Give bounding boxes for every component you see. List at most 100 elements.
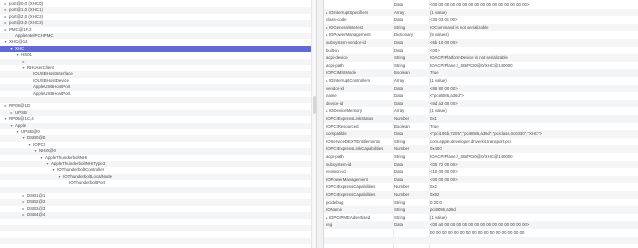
property-row[interactable]: Data <00 00 00 00 00 00 00 00 00 00 00 00…	[324, 1, 638, 9]
property-row[interactable]	[324, 236, 638, 245]
disclosure-collapsed-icon[interactable]: ▸	[326, 216, 328, 220]
device-tree-pane[interactable]: ▸ port@0,0 (XHC0) ▸ port@1,0 (XHC1) ▸ port@2,…	[0, 0, 316, 248]
property-row[interactable]: acpi-path String IOACPIPlane:/_SB/PCI0@0/X…	[324, 153, 638, 161]
property-row[interactable]: reg Data <00 a0 00 00 00 00 00 00 00 00 00…	[324, 221, 638, 229]
disclosure-collapsed-icon[interactable]: ▸	[326, 109, 328, 113]
property-row[interactable]: ▸IOInterruptControllers Array (1 value)	[324, 77, 638, 85]
property-row[interactable]: IOServiceDEXTEntitlements String com.apple…	[324, 138, 638, 146]
property-key-text: IOPCIMSIMode	[326, 70, 357, 76]
property-row[interactable]: acpi-path String IOACPIPlane:/_SB/PCI0@0/X…	[324, 62, 638, 70]
property-type: Number	[394, 116, 410, 121]
property-key-text: pcidebug	[326, 199, 344, 205]
disclosure-collapsed-icon[interactable]: ▸	[326, 79, 328, 83]
property-key: IOPCIExpressLinkCapabilities	[326, 145, 393, 153]
property-row[interactable]: built-in Data <00>	[324, 47, 638, 55]
properties-pane[interactable]: Data <00 00 00 00 00 00 00 00 00 00 00 00…	[324, 0, 638, 248]
property-key	[326, 1, 393, 9]
property-key: vendor-id	[326, 85, 393, 93]
property-row[interactable]: ▸IOGeneralInterest String IOCommand is not…	[324, 23, 638, 32]
property-row[interactable]: IOName String pci8086,a36d	[324, 206, 638, 214]
property-type: Data	[394, 85, 404, 91]
property-type: Data	[394, 169, 404, 175]
property-type: String	[394, 199, 406, 205]
property-value: <6d a3 00 00>	[430, 100, 458, 106]
property-key-text: IOPowerManagement	[328, 32, 371, 38]
property-row[interactable]: ▸IOInterruptSpecifiers Array (1 value)	[324, 8, 638, 17]
property-row[interactable]: pcidebug String 0:20:0	[324, 199, 638, 207]
property-key: ▸IOInterruptControllers	[326, 77, 393, 85]
property-row[interactable]: subsystem-vendor-id Data <6b 10 00 00>	[324, 39, 638, 47]
property-key: IOPCIMSIMode	[326, 69, 393, 77]
property-type	[394, 237, 428, 245]
property-type: String	[394, 207, 406, 213]
property-row[interactable]: IOPCIExpressCapabilities Number 0x92	[324, 191, 638, 199]
property-row[interactable]: class-code Data <30 03 0c 00>	[324, 16, 638, 24]
disclosure-collapsed-icon[interactable]: ▸	[326, 33, 328, 37]
disclosure-collapsed-icon[interactable]: ▸	[326, 11, 328, 15]
property-key-text: subsystem-id	[326, 161, 352, 167]
tree-row[interactable]	[0, 237, 316, 245]
property-key: IOName	[326, 206, 393, 214]
property-value: <"pci106b,7205","pci8086,a36d","pciclass…	[430, 131, 543, 137]
property-key-text: class-code	[326, 17, 347, 23]
property-key-text: built-in	[326, 47, 339, 53]
property-key-text: reg	[326, 222, 333, 228]
property-key-text: IOPCIResourced	[326, 123, 359, 129]
property-row[interactable]: name Data <"pci8086,a36d">	[324, 92, 638, 100]
property-value: com.apple.developer.driverkit.transport.…	[430, 138, 511, 144]
property-type: Number	[394, 184, 410, 190]
property-key: acpi-path	[326, 153, 393, 161]
disclosure-collapsed-icon[interactable]: ▸	[326, 26, 328, 30]
property-row[interactable]: IOPCIResourced Boolean True	[324, 123, 638, 131]
property-row[interactable]: ▸IODeviceMemory Array (1 value)	[324, 107, 638, 115]
property-row[interactable]: subsystem-id Data <05 72 00 00>	[324, 160, 638, 169]
property-type: String	[394, 154, 406, 159]
property-value: 0x2	[430, 184, 437, 190]
property-row[interactable]: compatible Data <"pci106b,7205","pci8086,a…	[324, 130, 638, 138]
property-value: IOACPIPlane:/_SB/PCI0@0/XHC@140000	[430, 62, 513, 68]
property-type: Dictionary	[394, 32, 414, 38]
property-row[interactable]: device-id Data <6d a3 00 00>	[324, 99, 638, 108]
property-key: ▸IOInterruptSpecifiers	[326, 9, 393, 17]
property-type: Data	[394, 131, 404, 137]
property-type: Number	[394, 146, 410, 152]
property-key-text: acpi-device	[326, 55, 348, 61]
property-key-text: IOPowerManagement	[326, 176, 368, 182]
property-value: True	[430, 123, 439, 129]
property-key: acpi-device	[326, 54, 393, 62]
property-type	[394, 229, 428, 237]
split-view-divider[interactable]	[316, 0, 324, 248]
property-type: Data	[394, 100, 404, 106]
property-key-text: IOPCIExpressCapabilities	[326, 192, 376, 197]
property-row[interactable]: revision-id Data <10 00 00 00>	[324, 168, 638, 176]
property-key-text: acpi-path	[326, 154, 344, 159]
property-type: Data	[394, 40, 404, 45]
property-value: <05 72 00 00>	[430, 161, 458, 167]
property-row[interactable]: vendor-id Data <86 80 00 00>	[324, 84, 638, 93]
property-row[interactable]: IOPowerManagement Data <00 00 00 00>	[324, 175, 638, 184]
property-value: IOACPIPlatformDevice is not serializable	[430, 55, 508, 61]
property-row[interactable]: ▸IOPowerManagement Dictionary (5 values)	[324, 31, 638, 39]
property-value: 0:20:0	[430, 199, 442, 205]
property-key: ▸IOGeneralInterest	[326, 24, 393, 32]
property-value: <00 a0 00 00 00 00 00 00 00 00 00 00 00 …	[430, 222, 530, 228]
property-key: reg	[326, 221, 393, 229]
property-row[interactable]: IOPCIMSIMode Boolean True	[324, 69, 638, 77]
property-key: revision-id	[326, 168, 393, 176]
property-key-text: device-id	[326, 100, 344, 106]
property-key-text: vendor-id	[326, 85, 344, 91]
property-row[interactable]: 00 00 00 00 00 00 00 00 00 00 00 00 00 0…	[324, 229, 638, 237]
property-value: True	[430, 70, 439, 76]
property-value: (1 value)	[430, 9, 447, 15]
property-key: IOPCIExpressCapabilities	[326, 191, 393, 199]
property-key: IOPowerManagement	[326, 176, 393, 184]
property-value: <6b 10 00 00>	[430, 40, 458, 45]
property-row[interactable]: IOPCIExpressLinkCapabilities Number 0x400	[324, 145, 638, 153]
property-row[interactable]: acpi-device String IOACPIPlatformDevice is…	[324, 54, 638, 62]
property-value: <86 80 00 00>	[430, 85, 458, 91]
property-row[interactable]: ▸IOPCIPMEAdvertised String (1 value)	[324, 214, 638, 222]
property-type: String	[394, 55, 406, 61]
property-row[interactable]: IOPCIExpressLinkStatus Number 0x1	[324, 115, 638, 123]
property-value: (1 value)	[430, 214, 447, 220]
property-row[interactable]: IOPCIExpressCapabilities Number 0x2	[324, 183, 638, 191]
